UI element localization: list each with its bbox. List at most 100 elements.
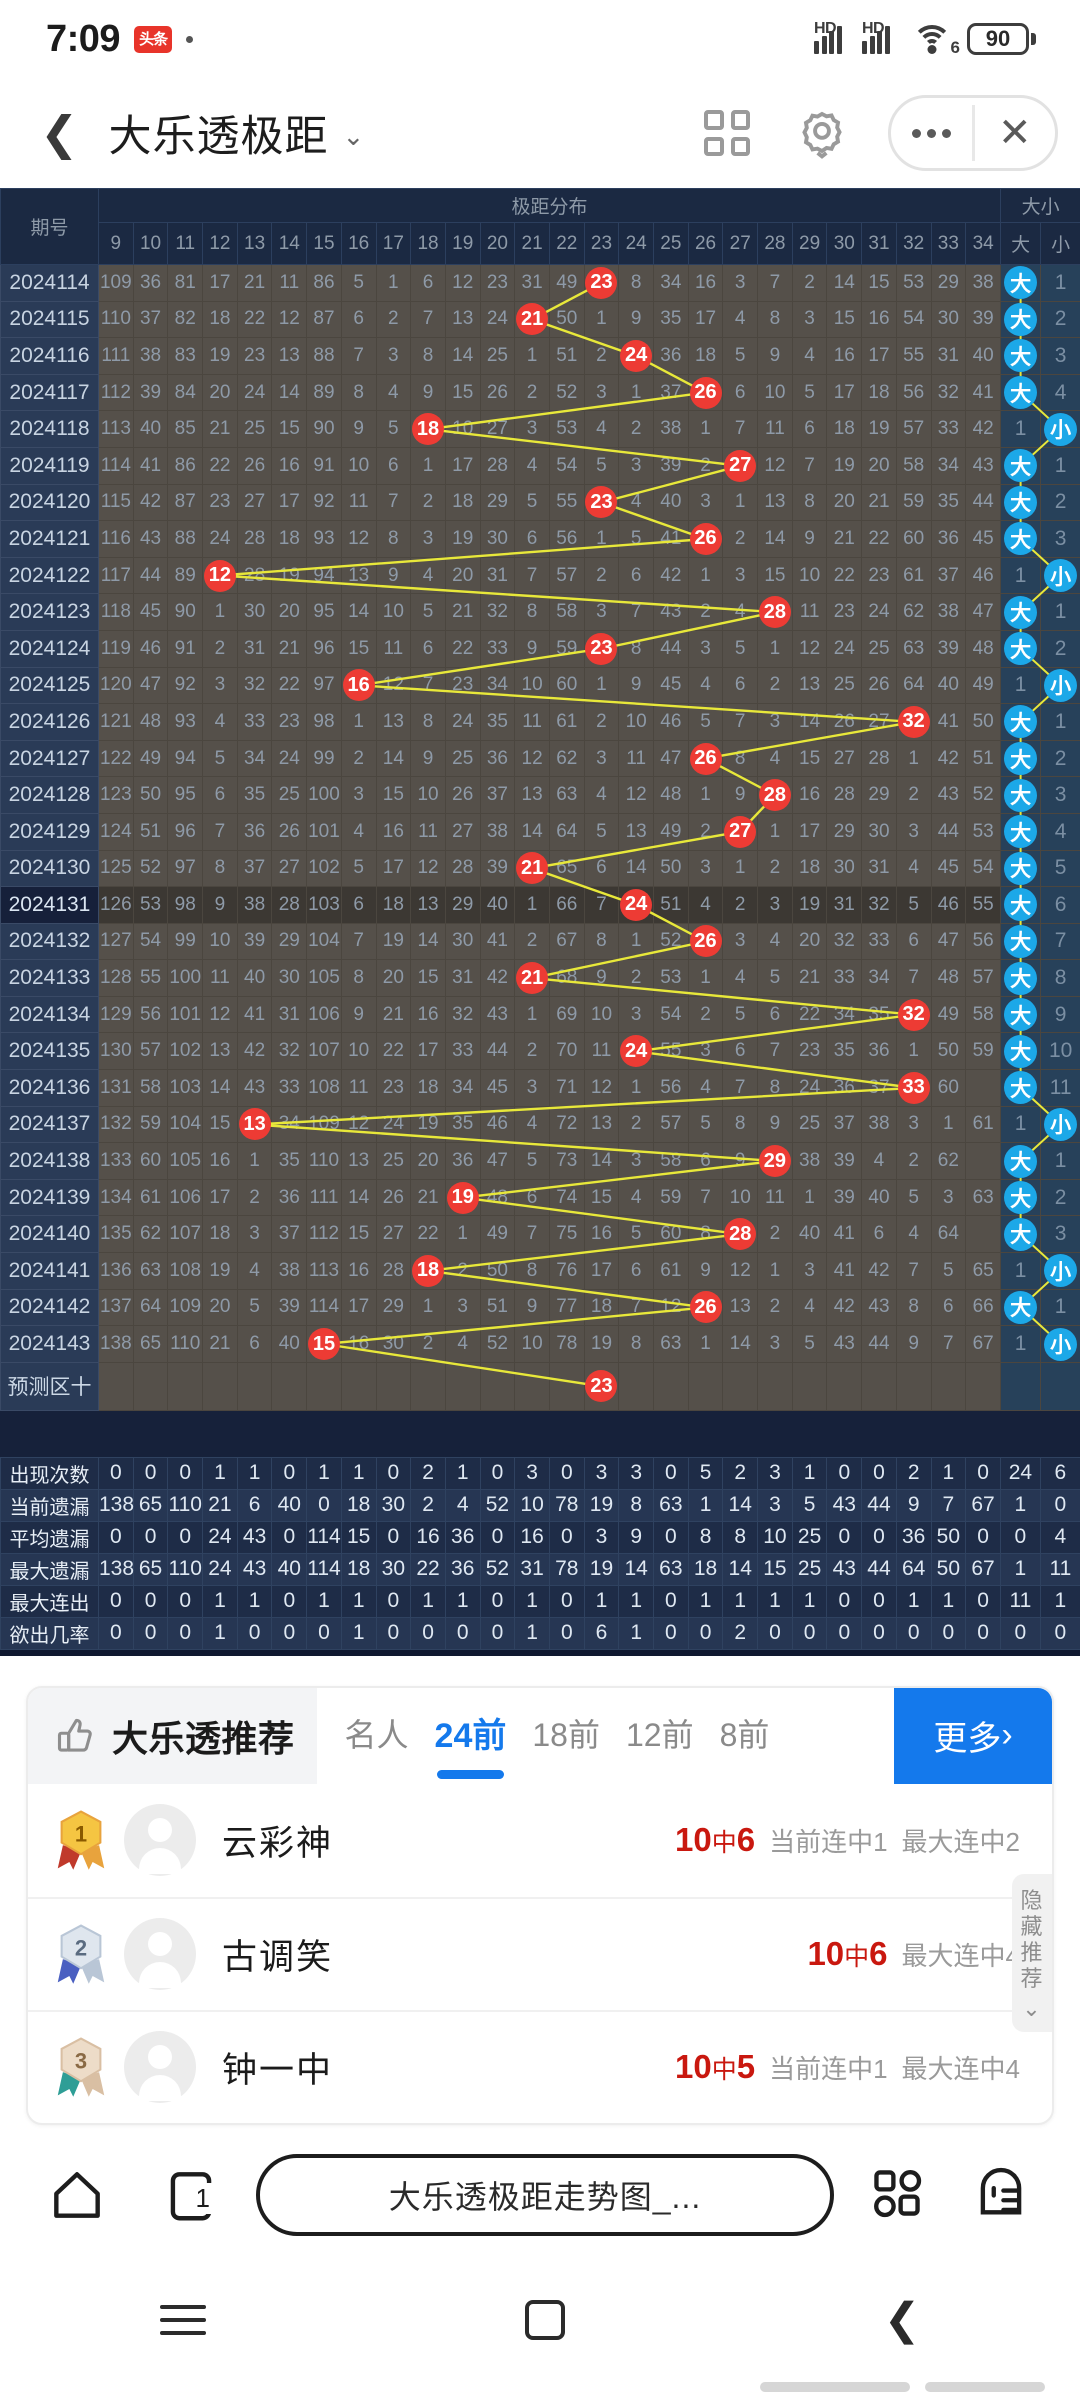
hot-cell[interactable]: 23 — [583, 264, 620, 302]
table-row[interactable]: 2024118 113 40 85 21 25 15 90 9 5 18 10 27 3 53 4 2 38 1 7 1… — [0, 410, 1080, 448]
predict-cell[interactable] — [861, 1361, 897, 1411]
back-chevron-icon[interactable]: ❮ — [884, 2297, 921, 2342]
table-row[interactable]: 2024138 133 60 105 16 1 35 110 13 25 20 36 47 5 73 14 3 5… — [0, 1142, 1080, 1180]
predict-cell[interactable] — [722, 1361, 759, 1411]
table-row[interactable]: 2024123 118 45 90 1 30 20 95 14 10 5 21 32 8 58 3 7 43 2 4 2… — [0, 593, 1080, 631]
hot-cell[interactable]: 21 — [514, 849, 550, 888]
list-item[interactable]: 1 云彩神 10中6 当前连中1 最大连中2 — [28, 1784, 1052, 1897]
hot-cell[interactable]: 27 — [722, 812, 759, 851]
hot-cell[interactable]: 16 — [340, 666, 377, 705]
hot-cell[interactable]: 23 — [583, 629, 620, 668]
table-row[interactable]: 2024115 110 37 82 18 22 12 87 6 2 7 13 24 21 50 1 9 35 17 4… — [0, 300, 1080, 339]
table-row[interactable]: 2024139 134 61 106 17 2 36 111 14 26 21 19 48 6 74 15 4 5… — [0, 1178, 1080, 1217]
hot-cell[interactable]: 24 — [618, 337, 654, 375]
hot-cell[interactable]: 29 — [757, 1142, 793, 1180]
hot-cell[interactable]: 27 — [722, 446, 759, 485]
table-row[interactable]: 2024116 111 38 83 19 23 13 88 7 3 8 14 25 1 51 2 24 36 18 5… — [0, 337, 1080, 375]
table-row[interactable]: 2024124 119 46 91 2 31 21 96 15 11 6 22 33 9 59 23 8 44 3 5… — [0, 629, 1080, 668]
table-row[interactable]: 2024135 130 57 102 13 42 32 107 10 22 17 33 44 2 70 11 2… — [0, 1032, 1080, 1071]
table-row[interactable]: 2024137 132 59 104 15 13 34 109 12 24 19 35 46 4 72 13 2… — [0, 1105, 1080, 1144]
hot-cell[interactable]: 28 — [757, 776, 793, 814]
table-row[interactable]: 2024136 131 58 103 14 43 33 108 11 23 18 34 45 3 71 12 1… — [0, 1069, 1080, 1107]
table-row[interactable]: 2024132 127 54 99 10 39 29 104 7 19 14 30 41 2 67 8 1 52 2… — [0, 922, 1080, 961]
predict-cell[interactable] — [791, 1361, 828, 1411]
predict-cell[interactable] — [444, 1361, 481, 1411]
table-row[interactable]: 2024133 128 55 100 11 40 30 105 8 20 15 31 42 21 68 9 2 5… — [0, 959, 1080, 997]
back-icon[interactable]: ❮ — [40, 110, 79, 156]
table-row[interactable]: 2024130 125 52 97 8 37 27 102 5 17 12 28 39 21 65 6 14 50… — [0, 849, 1080, 888]
predict-cell[interactable] — [167, 1361, 204, 1411]
list-item[interactable]: 2 古调笑 10中6 最大连中4 — [28, 1896, 1052, 2010]
table-row[interactable]: 2024119 114 41 86 22 26 16 91 10 6 1 17 28 4 54 5 3 39 2 27… — [0, 446, 1080, 485]
chevron-down-icon[interactable]: ⌄ — [343, 121, 365, 152]
table-row[interactable]: 2024131 126 53 98 9 38 28 103 6 18 13 29 40 1 66 7 24 51 4… — [0, 886, 1080, 924]
predict-cell[interactable] — [514, 1361, 550, 1411]
hot-cell[interactable]: 24 — [618, 1032, 654, 1071]
predict-cell[interactable] — [653, 1361, 689, 1411]
hot-cell[interactable]: 32 — [895, 995, 932, 1034]
hide-recommend-button[interactable]: 隐藏推荐 ⌄ — [1012, 1873, 1052, 2032]
table-row[interactable]: 2024134 129 56 101 12 41 31 106 9 21 16 32 43 1 69 10 3 5… — [0, 995, 1080, 1034]
predict-cell[interactable] — [895, 1361, 932, 1411]
table-row[interactable]: 2024126 121 48 93 4 33 23 98 1 13 8 24 35 11 61 2 10 46 5 7… — [0, 703, 1080, 741]
list-item[interactable]: 3 钟一中 10中5 当前连中1 最大连中4 — [28, 2009, 1052, 2123]
recommend-tab-2[interactable]: 18前 — [532, 1710, 600, 1762]
hot-cell[interactable]: 12 — [202, 556, 238, 595]
hot-cell[interactable]: 23 — [583, 483, 620, 522]
predict-cell[interactable]: 23 — [583, 1361, 620, 1411]
predict-cell[interactable] — [687, 1361, 724, 1411]
tabs-icon[interactable]: 1 — [160, 2164, 222, 2226]
table-row[interactable]: 2024128 123 50 95 6 35 25 100 3 15 10 26 37 13 63 4 12 48… — [0, 776, 1080, 814]
predict-cell[interactable] — [618, 1361, 654, 1411]
hot-cell[interactable]: 18 — [410, 1252, 446, 1290]
hot-cell[interactable]: 21 — [514, 300, 550, 339]
hot-cell[interactable]: 18 — [410, 410, 446, 448]
hot-cell[interactable]: 24 — [618, 886, 654, 924]
home-icon[interactable] — [46, 2164, 108, 2226]
hot-cell[interactable]: 33 — [895, 1069, 932, 1107]
hot-cell[interactable]: 19 — [444, 1178, 481, 1217]
predict-cell[interactable] — [826, 1361, 863, 1411]
table-row[interactable]: 2024143 138 65 110 21 6 40 15 16 30 2 4 52 10 78 19 8 63 1… — [0, 1325, 1080, 1363]
predict-cell[interactable] — [548, 1361, 585, 1411]
predict-cell[interactable] — [306, 1361, 342, 1411]
url-bar[interactable]: 大乐透极距走势图_... — [256, 2153, 834, 2236]
hot-cell[interactable]: 15 — [306, 1325, 342, 1363]
predict-cell[interactable] — [202, 1361, 238, 1411]
table-row[interactable]: 2024127 122 49 94 5 34 24 99 2 14 9 25 36 12 62 3 11 47 26… — [0, 739, 1080, 778]
predict-cell[interactable] — [340, 1361, 377, 1411]
predict-cell[interactable] — [236, 1361, 273, 1411]
hot-cell[interactable]: 13 — [236, 1105, 273, 1144]
predict-cell[interactable] — [132, 1361, 169, 1411]
home-square-icon[interactable] — [524, 2299, 565, 2340]
predict-cell[interactable] — [757, 1361, 793, 1411]
hot-cell[interactable]: 32 — [895, 703, 932, 741]
predict-cell[interactable] — [98, 1361, 134, 1411]
hot-cell[interactable]: 28 — [722, 1215, 759, 1254]
more-button[interactable] — [891, 98, 972, 168]
recommend-tab-4[interactable]: 8前 — [720, 1710, 770, 1762]
predict-cell[interactable] — [930, 1361, 967, 1411]
predict-cell[interactable] — [410, 1361, 446, 1411]
hot-cell[interactable]: 26 — [687, 922, 724, 961]
hot-cell[interactable]: 26 — [687, 1288, 724, 1327]
hot-cell[interactable]: 26 — [687, 520, 724, 558]
predict-cell[interactable] — [375, 1361, 412, 1411]
apps-grid-icon[interactable] — [868, 2164, 930, 2226]
hot-cell[interactable]: 26 — [687, 739, 724, 778]
table-row[interactable]: 2024141 136 63 108 19 4 38 113 16 28 18 2 50 8 76 17 6 61… — [0, 1252, 1080, 1290]
table-row[interactable]: 2024117 112 39 84 20 24 14 89 8 4 9 15 26 2 52 3 1 37 26 6 1… — [0, 373, 1080, 412]
table-row[interactable]: 2024129 124 51 96 7 36 26 101 4 16 11 27 38 14 64 5 13 49… — [0, 812, 1080, 851]
gear-icon[interactable] — [796, 107, 848, 159]
hot-cell[interactable]: 28 — [757, 593, 793, 631]
recommend-tab-1[interactable]: 24前 — [435, 1708, 506, 1780]
table-row[interactable]: 2024125 120 47 92 3 32 22 97 16 12 7 23 34 10 60 1 9 45 4 6… — [0, 666, 1080, 705]
profile-icon[interactable] — [972, 2164, 1034, 2226]
predict-cell[interactable] — [271, 1361, 308, 1411]
table-row[interactable]: 2024121 116 43 88 24 28 18 93 12 8 3 19 30 6 56 1 5 41 26 2… — [0, 520, 1080, 558]
table-row[interactable]: 2024142 137 64 109 20 5 39 114 17 29 1 3 51 9 77 18 7 12 2… — [0, 1288, 1080, 1327]
predict-row[interactable]: 预测区十 23 — [0, 1361, 1080, 1411]
table-row[interactable]: 2024140 135 62 107 18 3 37 112 15 27 22 1 49 7 75 16 5 60… — [0, 1215, 1080, 1254]
hot-cell[interactable]: 21 — [514, 959, 550, 997]
close-button[interactable]: ✕ — [975, 98, 1056, 168]
